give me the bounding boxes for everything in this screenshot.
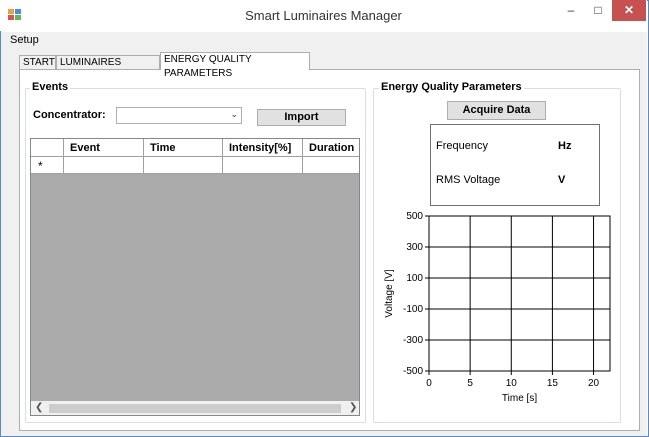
y-tick-label: 500	[406, 211, 423, 222]
x-axis-label: Time [s]	[502, 393, 537, 404]
voltage-chart: 0 5 10 15 20 500 300 100 -100 -300 -500 Time [s] Vol…	[384, 211, 611, 404]
x-tick-label: 0	[426, 378, 432, 389]
y-axis-label: Voltage [V]	[384, 269, 395, 318]
y-tick-label: 100	[406, 273, 423, 284]
x-tick-label: 20	[588, 378, 600, 389]
y-tick-label: -100	[403, 304, 423, 315]
x-tick-label: 5	[467, 378, 473, 389]
plot-area	[428, 215, 611, 372]
y-tick-label: 300	[406, 242, 423, 253]
y-tick-label: -500	[403, 366, 423, 377]
y-tick-label: -300	[403, 335, 423, 346]
x-tick-label: 10	[506, 378, 518, 389]
x-tick-label: 15	[547, 378, 559, 389]
